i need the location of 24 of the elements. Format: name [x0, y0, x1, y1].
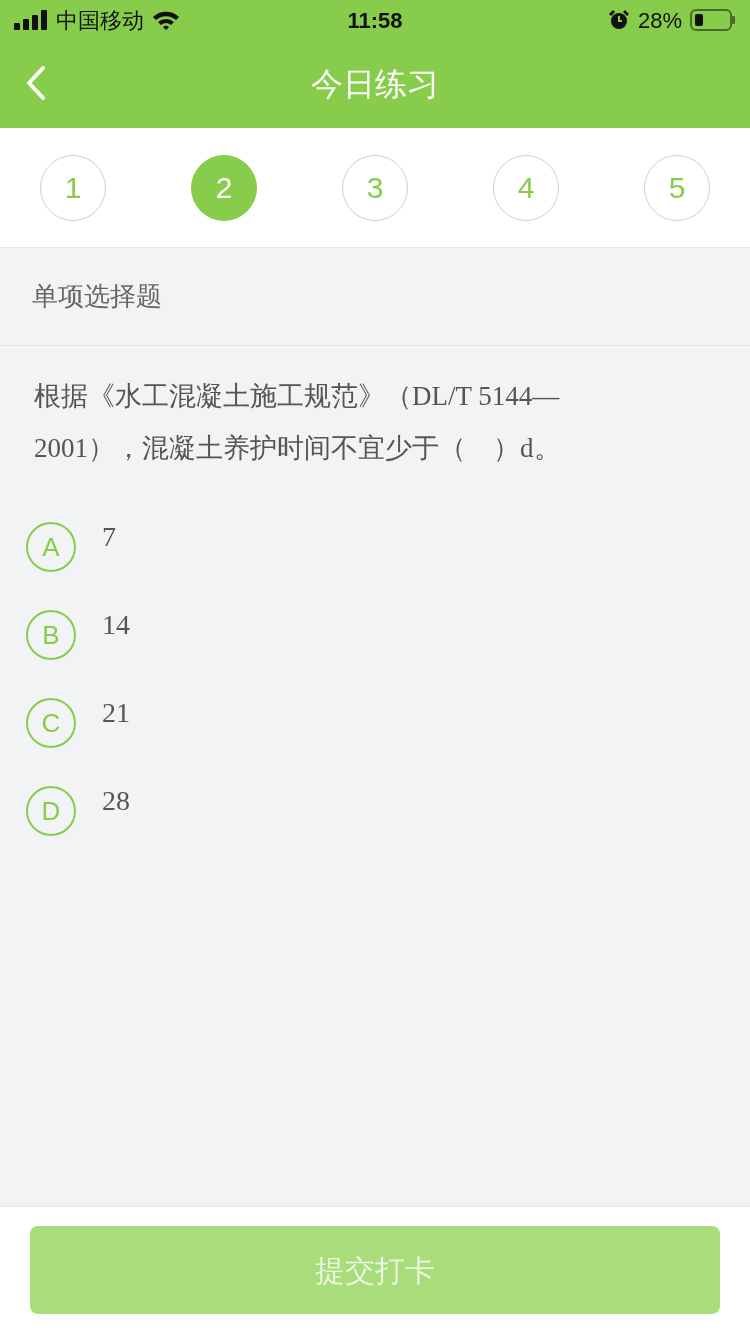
option-letter[interactable]: B [26, 610, 76, 660]
page-title: 今日练习 [311, 65, 439, 104]
question-number[interactable]: 1 [40, 154, 106, 221]
back-icon [26, 66, 46, 100]
question-number[interactable]: 5 [644, 154, 710, 221]
option-text[interactable]: 21 [102, 692, 130, 734]
section-title: 单项选择题 [32, 280, 162, 313]
option-text[interactable]: 7 [102, 516, 116, 558]
question-number[interactable]: 3 [342, 154, 408, 221]
option-letter[interactable]: C [26, 698, 76, 748]
clock-time: 11:58 [347, 6, 403, 35]
option-letter[interactable]: D [26, 786, 76, 836]
wifi-icon [152, 10, 180, 30]
battery-icon [690, 9, 736, 31]
battery-percent: 28% [637, 6, 682, 35]
option-text[interactable]: 28 [102, 780, 130, 822]
signal-icon [14, 10, 48, 30]
question-number[interactable]: 4 [493, 154, 559, 221]
question-text: 根据《水工混凝土施工规范》（DL/T 5144—2001），混凝土养护时间不宜少于（ ）d。 [33, 380, 562, 465]
option-text[interactable]: 14 [102, 604, 130, 646]
question-number[interactable]: 2 [191, 154, 257, 221]
carrier-name: 中国移动 [56, 6, 144, 35]
alarm-clock-icon [607, 9, 630, 31]
option-letter[interactable]: A [26, 522, 76, 572]
